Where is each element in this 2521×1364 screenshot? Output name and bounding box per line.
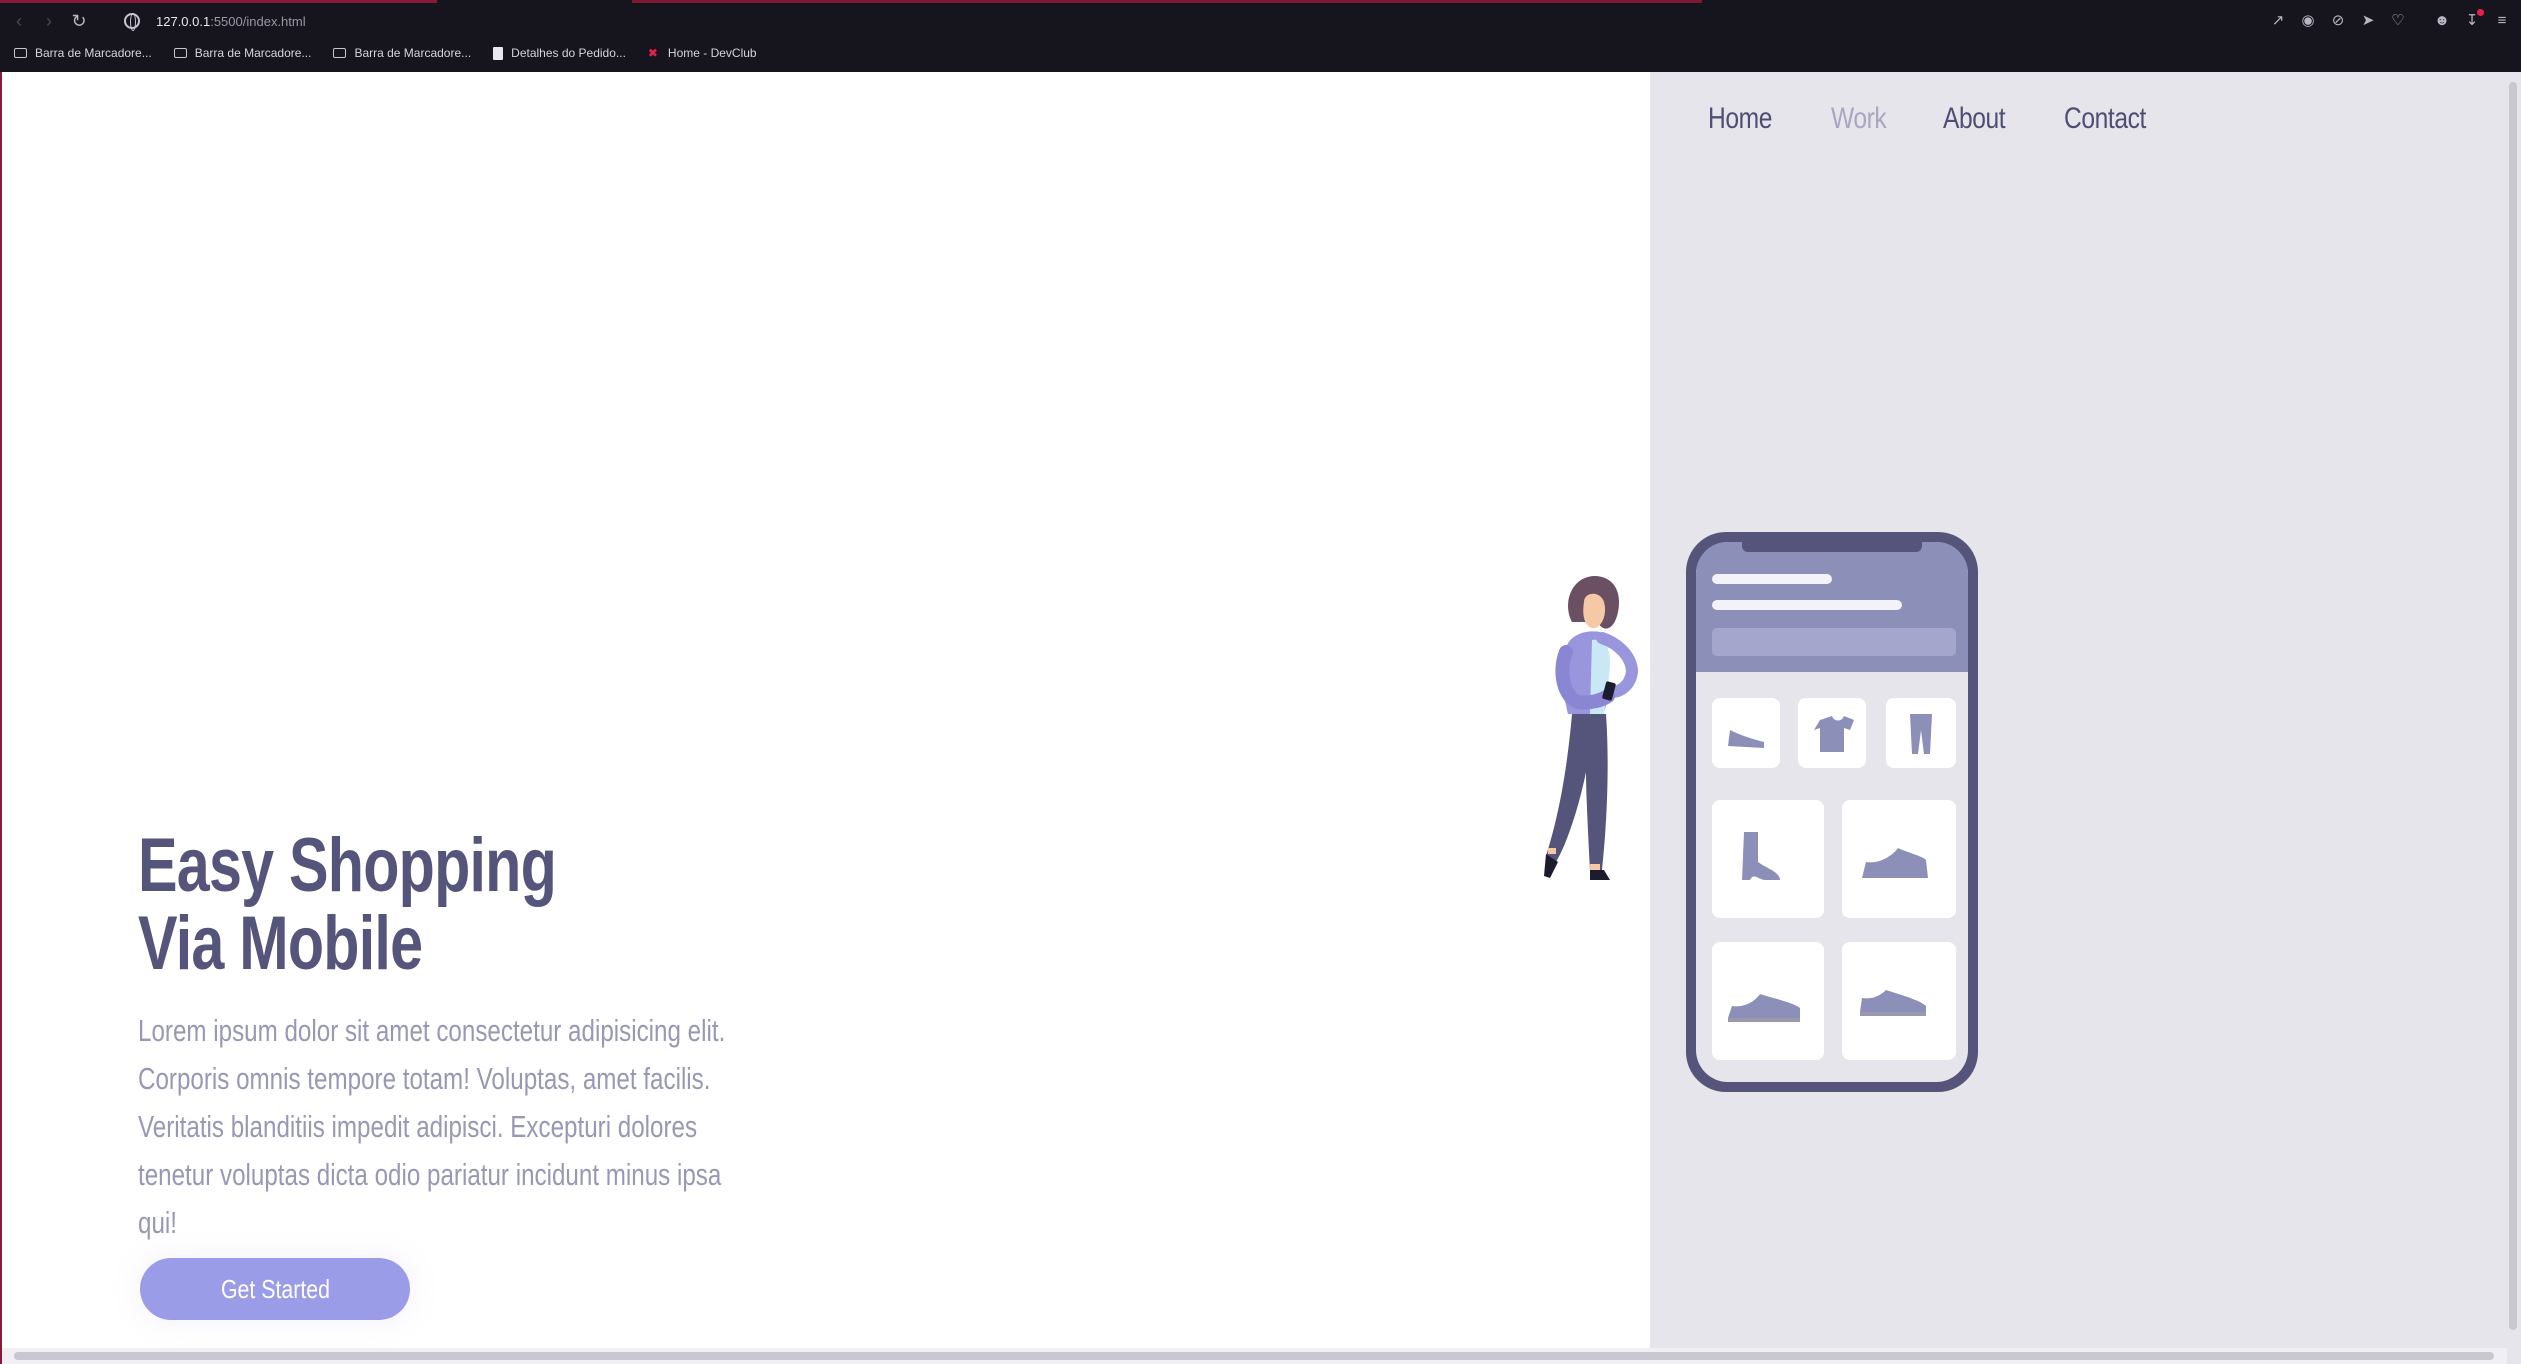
address-bar[interactable]: 127.0.0.1:5500/index.html [124, 13, 306, 31]
menu-icon[interactable]: ≡ [2493, 12, 2511, 30]
hero-title-line1: Easy Shopping [138, 823, 557, 908]
page-viewport: Home Work About Contact Easy Shopping Vi… [0, 72, 2521, 1364]
devclub-icon: ✖ [647, 46, 658, 60]
url-host: 127.0.0.1 [156, 13, 211, 29]
shopping-illustration [1544, 532, 1978, 1092]
hero-title: Easy Shopping Via Mobile [138, 823, 557, 986]
nav-about[interactable]: About [1943, 102, 2006, 136]
folder-icon [173, 48, 187, 58]
nav-home[interactable]: Home [1708, 102, 1772, 136]
horizontal-scrollbar[interactable] [2, 1348, 2507, 1364]
horizontal-scroll-thumb[interactable] [14, 1352, 2494, 1360]
globe-icon [124, 13, 140, 31]
notification-dot [2477, 9, 2484, 16]
get-started-button[interactable]: Get Started [140, 1258, 410, 1320]
browser-chrome: ‹ › ↻ 127.0.0.1:5500/index.html ↗ ◉ ⊘ ➤ … [0, 0, 2521, 72]
url-text[interactable]: 127.0.0.1:5500/index.html [156, 14, 306, 29]
bookmark-item[interactable]: Barra de Marcadore... [14, 46, 152, 60]
url-path: :5500/index.html [210, 13, 306, 29]
block-icon[interactable]: ⊘ [2329, 12, 2347, 30]
forward-icon[interactable]: › [34, 6, 64, 36]
bookmark-item[interactable]: Barra de Marcadore... [333, 46, 471, 60]
bookmark-item[interactable]: Barra de Marcadore... [173, 46, 312, 60]
main-nav: Home Work About Contact [1708, 102, 2164, 136]
download-icon[interactable]: ↧ [2463, 9, 2484, 30]
back-icon[interactable]: ‹ [4, 6, 34, 36]
document-icon [493, 46, 504, 60]
bookmark-item[interactable]: Detalhes do Pedido... [493, 46, 626, 60]
vertical-scrollbar[interactable] [2505, 72, 2521, 1364]
cta-label: Get Started [220, 1273, 330, 1304]
nav-contact[interactable]: Contact [2064, 102, 2146, 136]
browser-toolbar: ‹ › ↻ 127.0.0.1:5500/index.html ↗ ◉ ⊘ ➤ … [0, 3, 2521, 39]
bookmark-label: Home - DevClub [667, 46, 757, 60]
woman-figure [1544, 576, 1639, 880]
hero-description: Lorem ipsum dolor sit amet consectetur a… [138, 1013, 726, 1240]
camera-icon[interactable]: ◉ [2299, 12, 2317, 30]
send-icon[interactable]: ➤ [2359, 12, 2377, 30]
vertical-scroll-thumb[interactable] [2509, 82, 2517, 1330]
profile-icon[interactable]: ☻ [2433, 12, 2451, 30]
toolbar-actions: ↗ ◉ ⊘ ➤ ♡ ☻ ↧ ≡ [2269, 3, 2511, 39]
reload-icon[interactable]: ↻ [64, 6, 94, 36]
bookmark-label: Barra de Marcadore... [194, 46, 312, 60]
folder-icon [14, 48, 27, 58]
hero-title-line2: Via Mobile [138, 901, 423, 986]
bookmark-item[interactable]: ✖ Home - DevClub [648, 46, 757, 60]
folder-icon [333, 48, 347, 58]
bookmarks-bar: Barra de Marcadore... Barra de Marcadore… [14, 42, 757, 64]
share-icon[interactable]: ↗ [2269, 12, 2287, 30]
phone-mockup [1686, 532, 1978, 1092]
heart-icon[interactable]: ♡ [2389, 12, 2407, 30]
nav-work[interactable]: Work [1831, 102, 1887, 136]
bookmark-label: Detalhes do Pedido... [511, 46, 626, 60]
bookmark-label: Barra de Marcadore... [354, 46, 472, 60]
bookmark-label: Barra de Marcadore... [35, 46, 152, 60]
